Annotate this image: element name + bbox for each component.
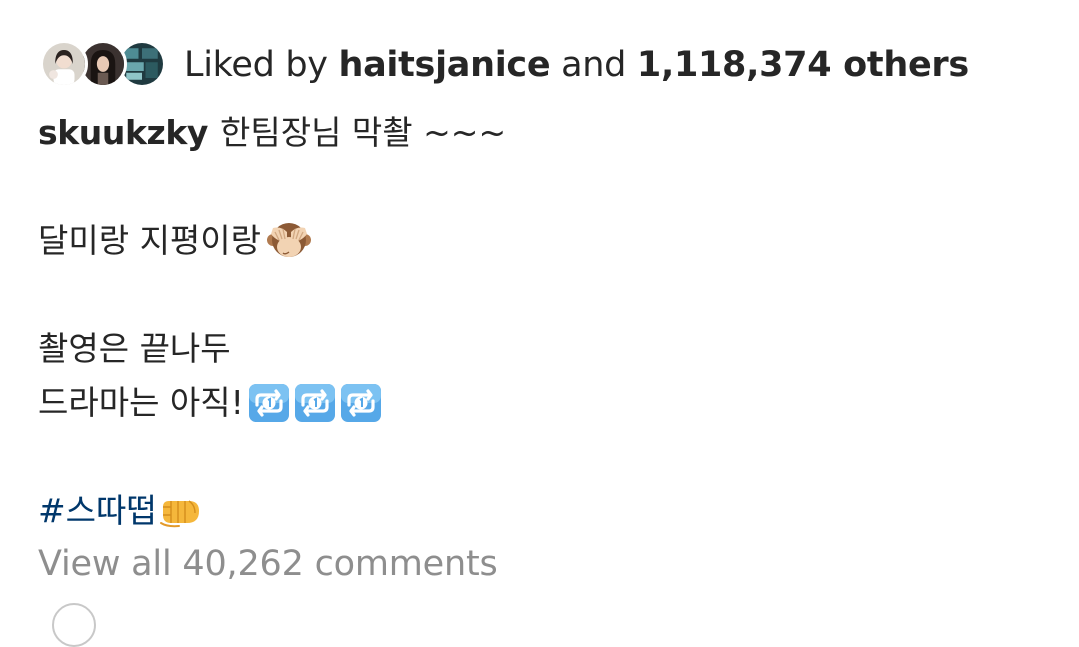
caption-line-3: 촬영은 끝나두 [38, 322, 1038, 376]
caption-text-2: 달미랑 지평이랑 [38, 221, 262, 260]
caption-line-2: 달미랑 지평이랑 [38, 214, 1038, 268]
caption-line-4: 드라마는 아직! [38, 376, 1038, 430]
post-caption: skuukzky 한팀장님 막촬 ~~~ 달미랑 지평이랑 촬영은 끝나두 드라… [38, 106, 1038, 538]
likes-row: Liked by haitsjanice and 1,118,374 other… [40, 38, 969, 92]
left-facing-fist-icon [159, 493, 203, 529]
liker-avatars[interactable] [40, 38, 168, 92]
likes-summary: Liked by haitsjanice and 1,118,374 other… [184, 44, 969, 85]
repeat-one-icon [340, 383, 382, 423]
caption-username[interactable]: skuukzky [38, 106, 208, 160]
repeat-one-icon [248, 383, 290, 423]
caption-text-4: 드라마는 아직! [38, 383, 244, 422]
caption-text-3: 촬영은 끝나두 [38, 329, 231, 368]
first-liker-link[interactable]: haitsjanice [338, 45, 550, 85]
likes-prefix: Liked by [184, 44, 328, 85]
caption-line-1: skuukzky 한팀장님 막촬 ~~~ [38, 106, 1038, 160]
hashtag-link[interactable]: #스따떱 [38, 484, 157, 538]
caption-text-1: 한팀장님 막촬 ~~~ [220, 113, 507, 152]
view-all-comments-link[interactable]: View all 40,262 comments [38, 540, 498, 588]
repeat-one-icon [294, 383, 336, 423]
caption-line-hashtag: #스따떱 [38, 484, 1038, 538]
see-no-evil-monkey-icon [267, 220, 312, 262]
likes-connector: and [561, 44, 627, 85]
liker-avatar-1[interactable] [40, 40, 88, 88]
others-count-link[interactable]: 1,118,374 others [637, 45, 969, 85]
